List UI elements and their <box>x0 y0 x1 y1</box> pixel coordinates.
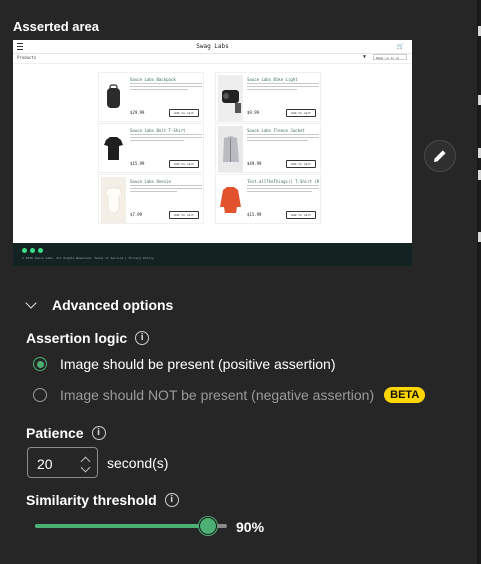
black-tshirt-image <box>101 126 126 172</box>
similarity-value: 90% <box>236 519 265 535</box>
radio-negative-assertion[interactable]: Image should NOT be present (negative as… <box>33 387 426 403</box>
advanced-options-toggle[interactable]: Advanced options <box>25 297 174 313</box>
info-icon[interactable]: i <box>91 426 106 440</box>
onesie-image <box>101 177 126 223</box>
product-card: Sauce Labs Bike Light $9.99 Add to cart <box>215 72 321 122</box>
radio-positive-assertion[interactable]: Image should be present (positive assert… <box>33 356 335 372</box>
radio-selected-icon[interactable] <box>33 357 47 371</box>
decrement-icon[interactable] <box>80 462 91 473</box>
info-icon[interactable]: i <box>164 493 179 507</box>
product-card: Sauce Labs Backpack $29.99 Add to cart <box>98 72 204 122</box>
similarity-threshold-label: Similarity threshold i <box>26 492 179 508</box>
fleece-jacket-image <box>218 126 243 172</box>
slider-thumb[interactable] <box>198 517 217 535</box>
red-shirt-image <box>218 177 243 223</box>
thumb-products-label: Products <box>17 55 37 60</box>
cart-icon: 🛒 <box>396 43 404 50</box>
bike-light-image <box>218 75 243 121</box>
chevron-down-icon <box>25 297 37 309</box>
patience-input[interactable]: 20 <box>27 447 98 478</box>
asserted-area-title: Asserted area <box>13 19 99 34</box>
advanced-options-label: Advanced options <box>52 297 174 313</box>
assertion-panel: Asserted area Swag Labs 🛒 Products ▼ Nam… <box>0 0 478 564</box>
radio-positive-label: Image should be present (positive assert… <box>60 356 336 372</box>
thumb-footer: © 2026 Sauce Labs. All Rights Reserved. … <box>13 243 412 266</box>
filter-icon: ▼ <box>362 54 366 60</box>
product-card: Sauce Labs Fleece Jacket $49.99 Add to c… <box>215 123 321 173</box>
patience-label: Patience i <box>26 425 106 441</box>
radio-negative-label: Image should NOT be present (negative as… <box>60 387 375 403</box>
thumb-logo: Swag Labs <box>196 43 229 50</box>
assertion-logic-label: Assertion logic i <box>26 330 150 346</box>
similarity-slider[interactable] <box>35 517 227 535</box>
product-card: Sauce Labs Bolt T-Shirt $15.99 Add to ca… <box>98 123 204 173</box>
facebook-icon <box>30 248 35 253</box>
slider-fill <box>35 524 208 528</box>
backpack-image <box>101 75 126 121</box>
window-edge <box>477 0 481 564</box>
thumb-header: Swag Labs 🛒 <box>13 40 412 54</box>
linkedin-icon <box>38 248 43 253</box>
thumb-subheader: Products ▼ Name (A to Z) <box>13 53 412 64</box>
edit-area-button[interactable] <box>424 140 456 172</box>
patience-value[interactable]: 20 <box>37 456 53 472</box>
radio-unselected-icon[interactable] <box>33 388 47 402</box>
product-card: Sauce Labs Onesie $7.99 Add to cart <box>98 174 204 224</box>
thumb-sort-select: Name (A to Z) <box>373 54 407 60</box>
patience-unit: second(s) <box>107 455 169 471</box>
product-card: Test.allTheThings() T-Shirt (Red) $15.99… <box>215 174 321 224</box>
pencil-icon <box>434 150 446 162</box>
twitter-icon <box>22 248 27 253</box>
thumb-footer-text: © 2026 Sauce Labs. All Rights Reserved. … <box>22 256 154 260</box>
info-icon[interactable]: i <box>135 331 150 345</box>
beta-badge: BETA <box>384 387 426 403</box>
asserted-area-screenshot[interactable]: Swag Labs 🛒 Products ▼ Name (A to Z) Sau… <box>13 40 412 266</box>
